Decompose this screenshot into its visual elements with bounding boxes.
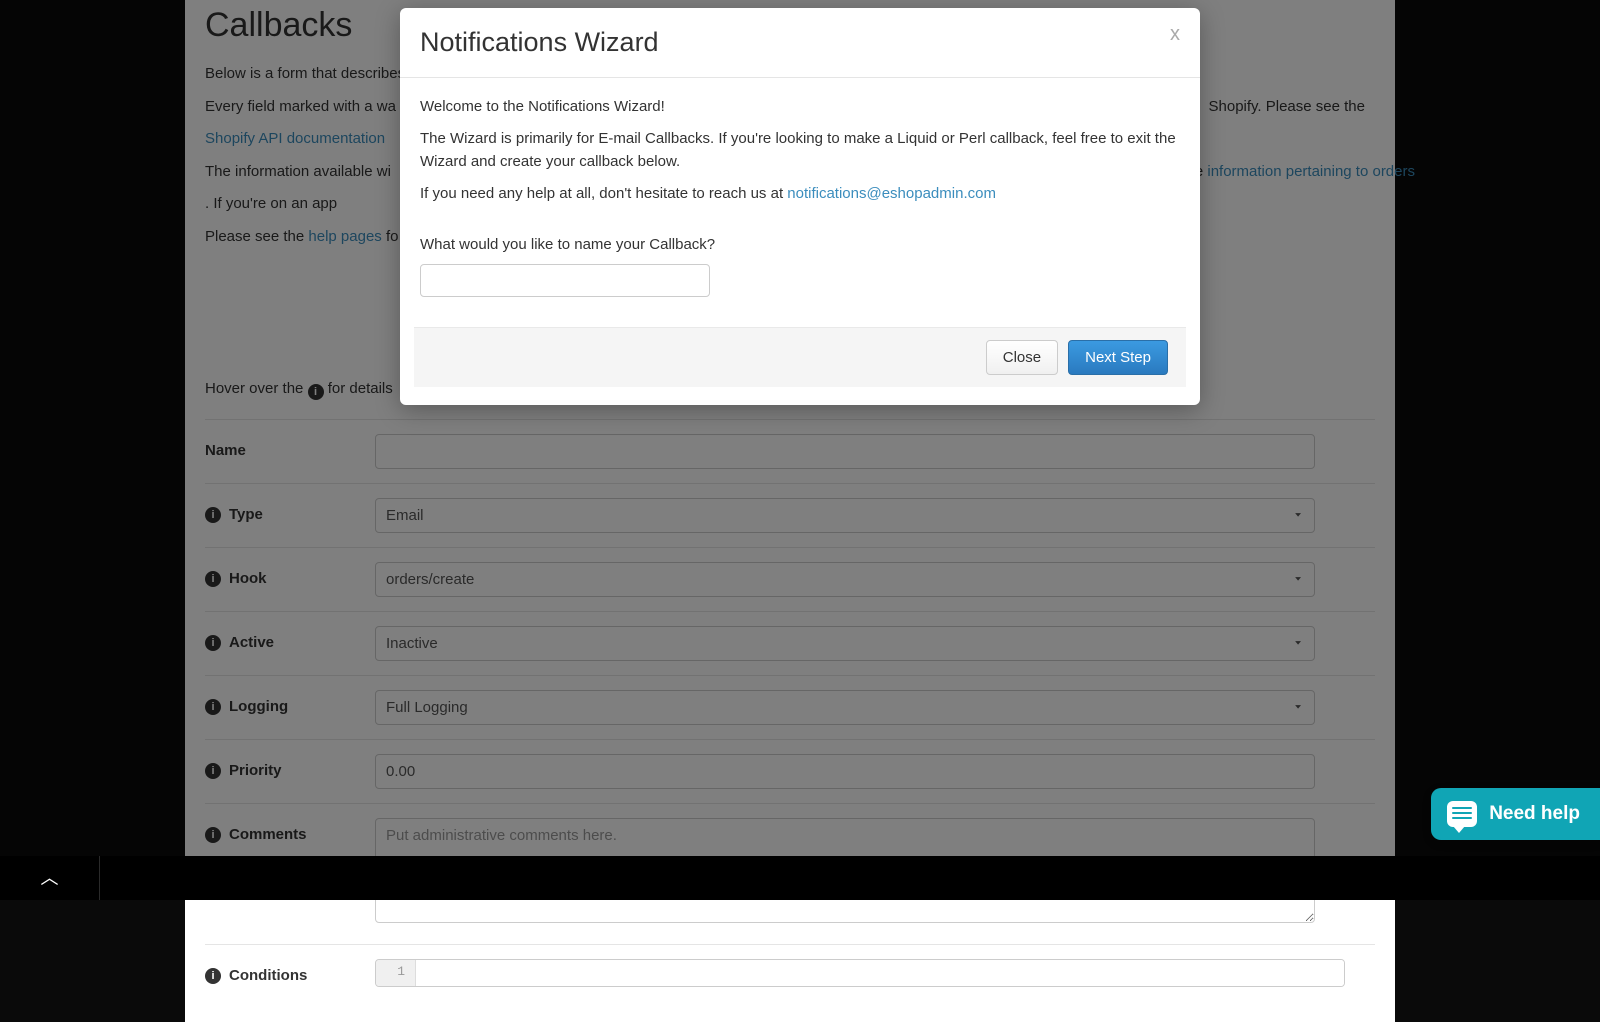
modal-header: Notifications Wizard x (400, 8, 1200, 78)
info-icon[interactable]: i (205, 968, 221, 984)
modal-body: Welcome to the Notifications Wizard! The… (400, 78, 1200, 328)
chat-icon (1447, 801, 1477, 827)
modal-close-button[interactable]: x (1170, 22, 1180, 44)
next-step-button[interactable]: Next Step (1068, 340, 1168, 375)
modal-desc-text: The Wizard is primarily for E-mail Callb… (420, 128, 1180, 173)
modal-footer: Close Next Step (414, 327, 1186, 387)
callback-name-label: What would you like to name your Callbac… (420, 234, 1180, 257)
callback-name-input[interactable] (420, 264, 710, 297)
help-widget-label: Need help (1489, 800, 1580, 829)
close-button[interactable]: Close (986, 340, 1058, 375)
expand-button[interactable]: ︿ (0, 856, 100, 900)
bottom-bar: ︿ (0, 856, 1600, 900)
modal-welcome-text: Welcome to the Notifications Wizard! (420, 96, 1180, 119)
help-chat-widget[interactable]: Need help (1431, 788, 1600, 841)
support-email-link[interactable]: notifications@eshopadmin.com (787, 185, 996, 202)
modal-title: Notifications Wizard (420, 22, 659, 63)
editor-area[interactable] (416, 960, 1344, 986)
chevron-up-icon: ︿ (41, 865, 59, 892)
notifications-wizard-modal: Notifications Wizard x Welcome to the No… (400, 8, 1200, 405)
editor-gutter: 1 (376, 960, 416, 986)
conditions-editor[interactable]: 1 (375, 959, 1345, 987)
modal-help-text: If you need any help at all, don't hesit… (420, 185, 787, 202)
conditions-label: Conditions (229, 965, 307, 988)
